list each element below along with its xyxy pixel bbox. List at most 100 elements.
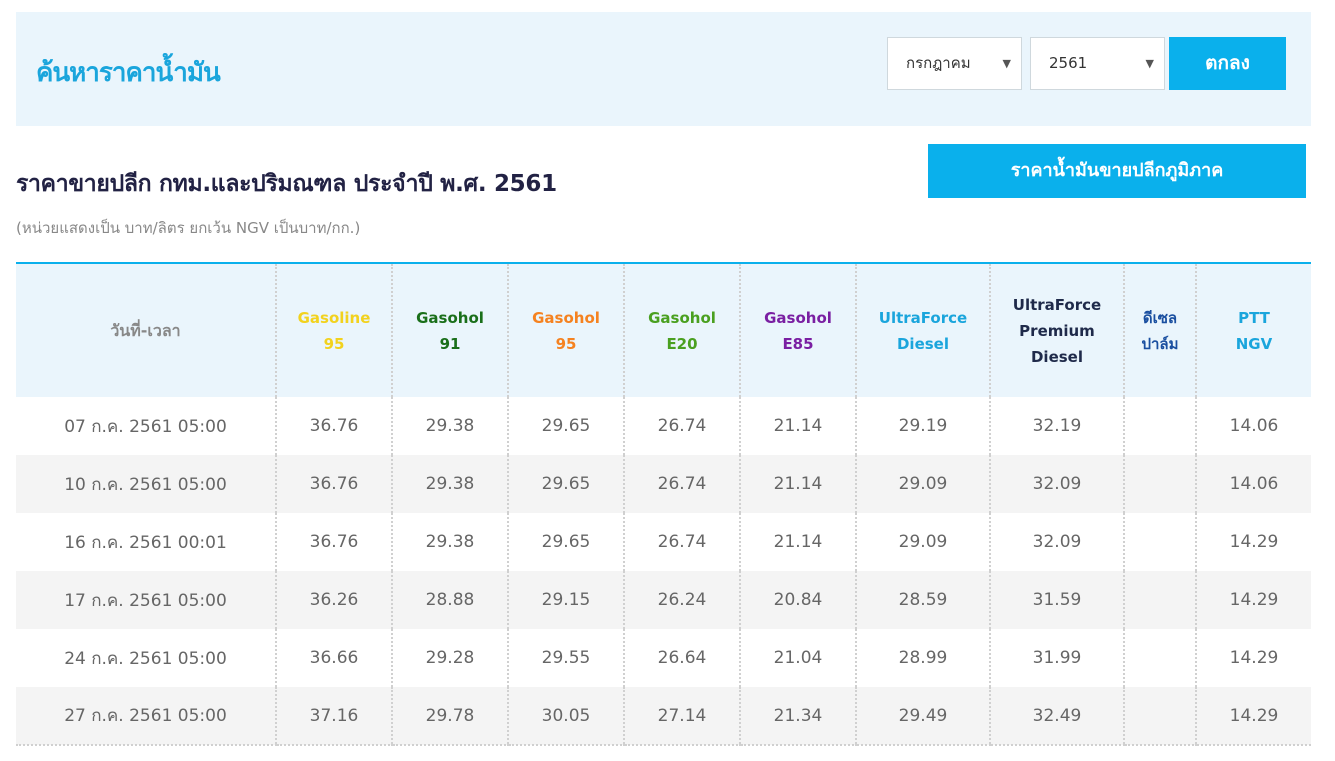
regional-price-button[interactable]: ราคาน้ำมันขายปลีกภูมิภาค bbox=[928, 144, 1306, 198]
date-time-cell: 07 ก.ค. 2561 05:00 bbox=[64, 416, 227, 437]
price-cell: 29.28 bbox=[391, 629, 508, 687]
price-cell bbox=[1123, 455, 1196, 513]
price-cell: 31.99 bbox=[989, 629, 1124, 687]
price-cell: 29.38 bbox=[391, 397, 508, 455]
price-cell: 14.29 bbox=[1195, 629, 1311, 687]
year-select-value: 2561 bbox=[1049, 54, 1088, 72]
column-header-text: Gasohol bbox=[648, 308, 716, 327]
chevron-down-icon: ▼ bbox=[1002, 57, 1011, 70]
table-row: 10 ก.ค. 2561 05:00 36.76 29.38 29.65 26.74 21… bbox=[16, 455, 1311, 513]
price-cell: 36.76 bbox=[275, 397, 392, 455]
column-header: Gasohol 95 bbox=[507, 263, 624, 397]
year-select[interactable]: 2561 ▼ bbox=[1030, 37, 1165, 90]
price-cell: 32.09 bbox=[989, 513, 1124, 571]
column-header: UltraForce Diesel bbox=[855, 263, 990, 397]
column-header-text: 95 bbox=[323, 334, 345, 353]
price-cell: 31.59 bbox=[989, 571, 1124, 629]
price-cell: 32.09 bbox=[989, 455, 1124, 513]
column-header-text: NGV bbox=[1235, 334, 1273, 353]
price-cell: 28.99 bbox=[855, 629, 990, 687]
price-cell: 36.76 bbox=[275, 455, 392, 513]
column-header-text: ดีเซล bbox=[1142, 308, 1178, 327]
price-cell: 21.34 bbox=[739, 687, 856, 746]
price-cell: 29.09 bbox=[855, 513, 990, 571]
price-cell: 29.65 bbox=[507, 513, 624, 571]
page-title: ราคาขายปลีก กทม.และปริมณฑล ประจำปี พ.ศ. … bbox=[16, 171, 557, 197]
column-header: PTT NGV bbox=[1195, 263, 1311, 397]
price-cell: 26.64 bbox=[623, 629, 740, 687]
column-header-text: Diesel bbox=[896, 334, 949, 353]
column-header-text: PTT bbox=[1238, 308, 1270, 327]
column-header-text: Diesel bbox=[1030, 347, 1083, 366]
column-header-text: UltraForce bbox=[1012, 295, 1102, 314]
price-cell: 29.65 bbox=[507, 397, 624, 455]
column-header: Gasohol 91 bbox=[391, 263, 508, 397]
price-cell: 20.84 bbox=[739, 571, 856, 629]
column-header-text: วันที่-เวลา bbox=[110, 320, 181, 340]
price-cell: 29.78 bbox=[391, 687, 508, 746]
price-cell: 30.05 bbox=[507, 687, 624, 746]
price-cell bbox=[1123, 513, 1196, 571]
price-cell: 14.29 bbox=[1195, 687, 1311, 746]
column-header: UltraForce Premium Diesel bbox=[989, 263, 1124, 397]
price-cell: 26.74 bbox=[623, 397, 740, 455]
price-cell: 27.14 bbox=[623, 687, 740, 746]
price-cell: 26.74 bbox=[623, 513, 740, 571]
price-cell: 29.49 bbox=[855, 687, 990, 746]
price-cell: 21.14 bbox=[739, 397, 856, 455]
column-header-text: Gasohol bbox=[764, 308, 832, 327]
price-cell: 21.14 bbox=[739, 455, 856, 513]
column-header: ดีเซลปาล์ม bbox=[1123, 263, 1196, 397]
price-cell: 36.66 bbox=[275, 629, 392, 687]
price-cell: 14.29 bbox=[1195, 571, 1311, 629]
table-row: 16 ก.ค. 2561 00:01 36.76 29.38 29.65 26.74 21… bbox=[16, 513, 1311, 571]
price-cell: 28.88 bbox=[391, 571, 508, 629]
date-time-cell: 27 ก.ค. 2561 05:00 bbox=[16, 687, 276, 746]
price-cell: 29.15 bbox=[507, 571, 624, 629]
price-cell: 14.29 bbox=[1195, 513, 1311, 571]
price-cell: 32.49 bbox=[989, 687, 1124, 746]
column-header: Gasoline 95 bbox=[275, 263, 392, 397]
table-header-row: วันที่-เวลา Gasoline 95 Gasohol 91 Gasohol 95 G… bbox=[16, 263, 1311, 397]
column-header-text: Gasohol bbox=[416, 308, 484, 327]
column-header: Gasohol E85 bbox=[739, 263, 856, 397]
table-row: 24 ก.ค. 2561 05:00 36.66 29.28 29.55 26.64 21… bbox=[16, 629, 1311, 687]
price-cell bbox=[1123, 571, 1196, 629]
price-cell: 36.76 bbox=[275, 513, 392, 571]
month-select-value: กรกฎาคม bbox=[906, 54, 971, 72]
price-cell: 29.38 bbox=[391, 455, 508, 513]
column-header: Gasohol E20 bbox=[623, 263, 740, 397]
date-time-cell: 16 ก.ค. 2561 00:01 bbox=[64, 532, 227, 553]
price-cell bbox=[1123, 629, 1196, 687]
column-header-text: Gasoline bbox=[297, 308, 371, 327]
column-header-text: UltraForce bbox=[878, 308, 968, 327]
month-select[interactable]: กรกฎาคม ▼ bbox=[887, 37, 1022, 90]
search-panel: ค้นหาราคาน้ำมัน กรกฎาคม ▼ 2561 ▼ ตกลง bbox=[16, 12, 1311, 126]
table-row: 17 ก.ค. 2561 05:00 36.26 28.88 29.15 26.24 20… bbox=[16, 571, 1311, 629]
price-cell: 21.04 bbox=[739, 629, 856, 687]
price-cell: 29.38 bbox=[391, 513, 508, 571]
price-cell: 28.59 bbox=[855, 571, 990, 629]
price-cell: 29.09 bbox=[855, 455, 990, 513]
table-row: 07 ก.ค. 2561 05:00 36.76 29.38 29.65 26.74 21… bbox=[16, 397, 1311, 455]
unit-note: (หน่วยแสดงเป็น บาท/ลิตร ยกเว้น NGV เป็นบ… bbox=[16, 219, 361, 237]
table-row: 27 ก.ค. 2561 05:00 37.16 29.78 30.05 27.14 21… bbox=[16, 687, 1311, 746]
price-cell: 37.16 bbox=[275, 687, 392, 746]
price-cell: 26.74 bbox=[623, 455, 740, 513]
date-time-cell: 17 ก.ค. 2561 05:00 bbox=[16, 571, 276, 629]
price-cell: 29.19 bbox=[855, 397, 990, 455]
column-header-text: E20 bbox=[666, 334, 698, 353]
column-header-text: 91 bbox=[439, 334, 461, 353]
column-header: วันที่-เวลา bbox=[16, 263, 276, 397]
column-header-text: ปาล์ม bbox=[1141, 334, 1179, 353]
price-cell: 14.06 bbox=[1195, 455, 1311, 513]
price-cell: 36.26 bbox=[275, 571, 392, 629]
date-time-cell: 10 ก.ค. 2561 05:00 bbox=[16, 455, 276, 513]
price-cell: 32.19 bbox=[989, 397, 1124, 455]
price-cell: 14.06 bbox=[1195, 397, 1311, 455]
price-cell: 29.65 bbox=[507, 455, 624, 513]
search-title: ค้นหาราคาน้ำมัน bbox=[36, 58, 221, 88]
submit-button[interactable]: ตกลง bbox=[1169, 37, 1286, 90]
date-time-cell: 24 ก.ค. 2561 05:00 bbox=[64, 648, 227, 669]
column-header-text: Gasohol bbox=[532, 308, 600, 327]
